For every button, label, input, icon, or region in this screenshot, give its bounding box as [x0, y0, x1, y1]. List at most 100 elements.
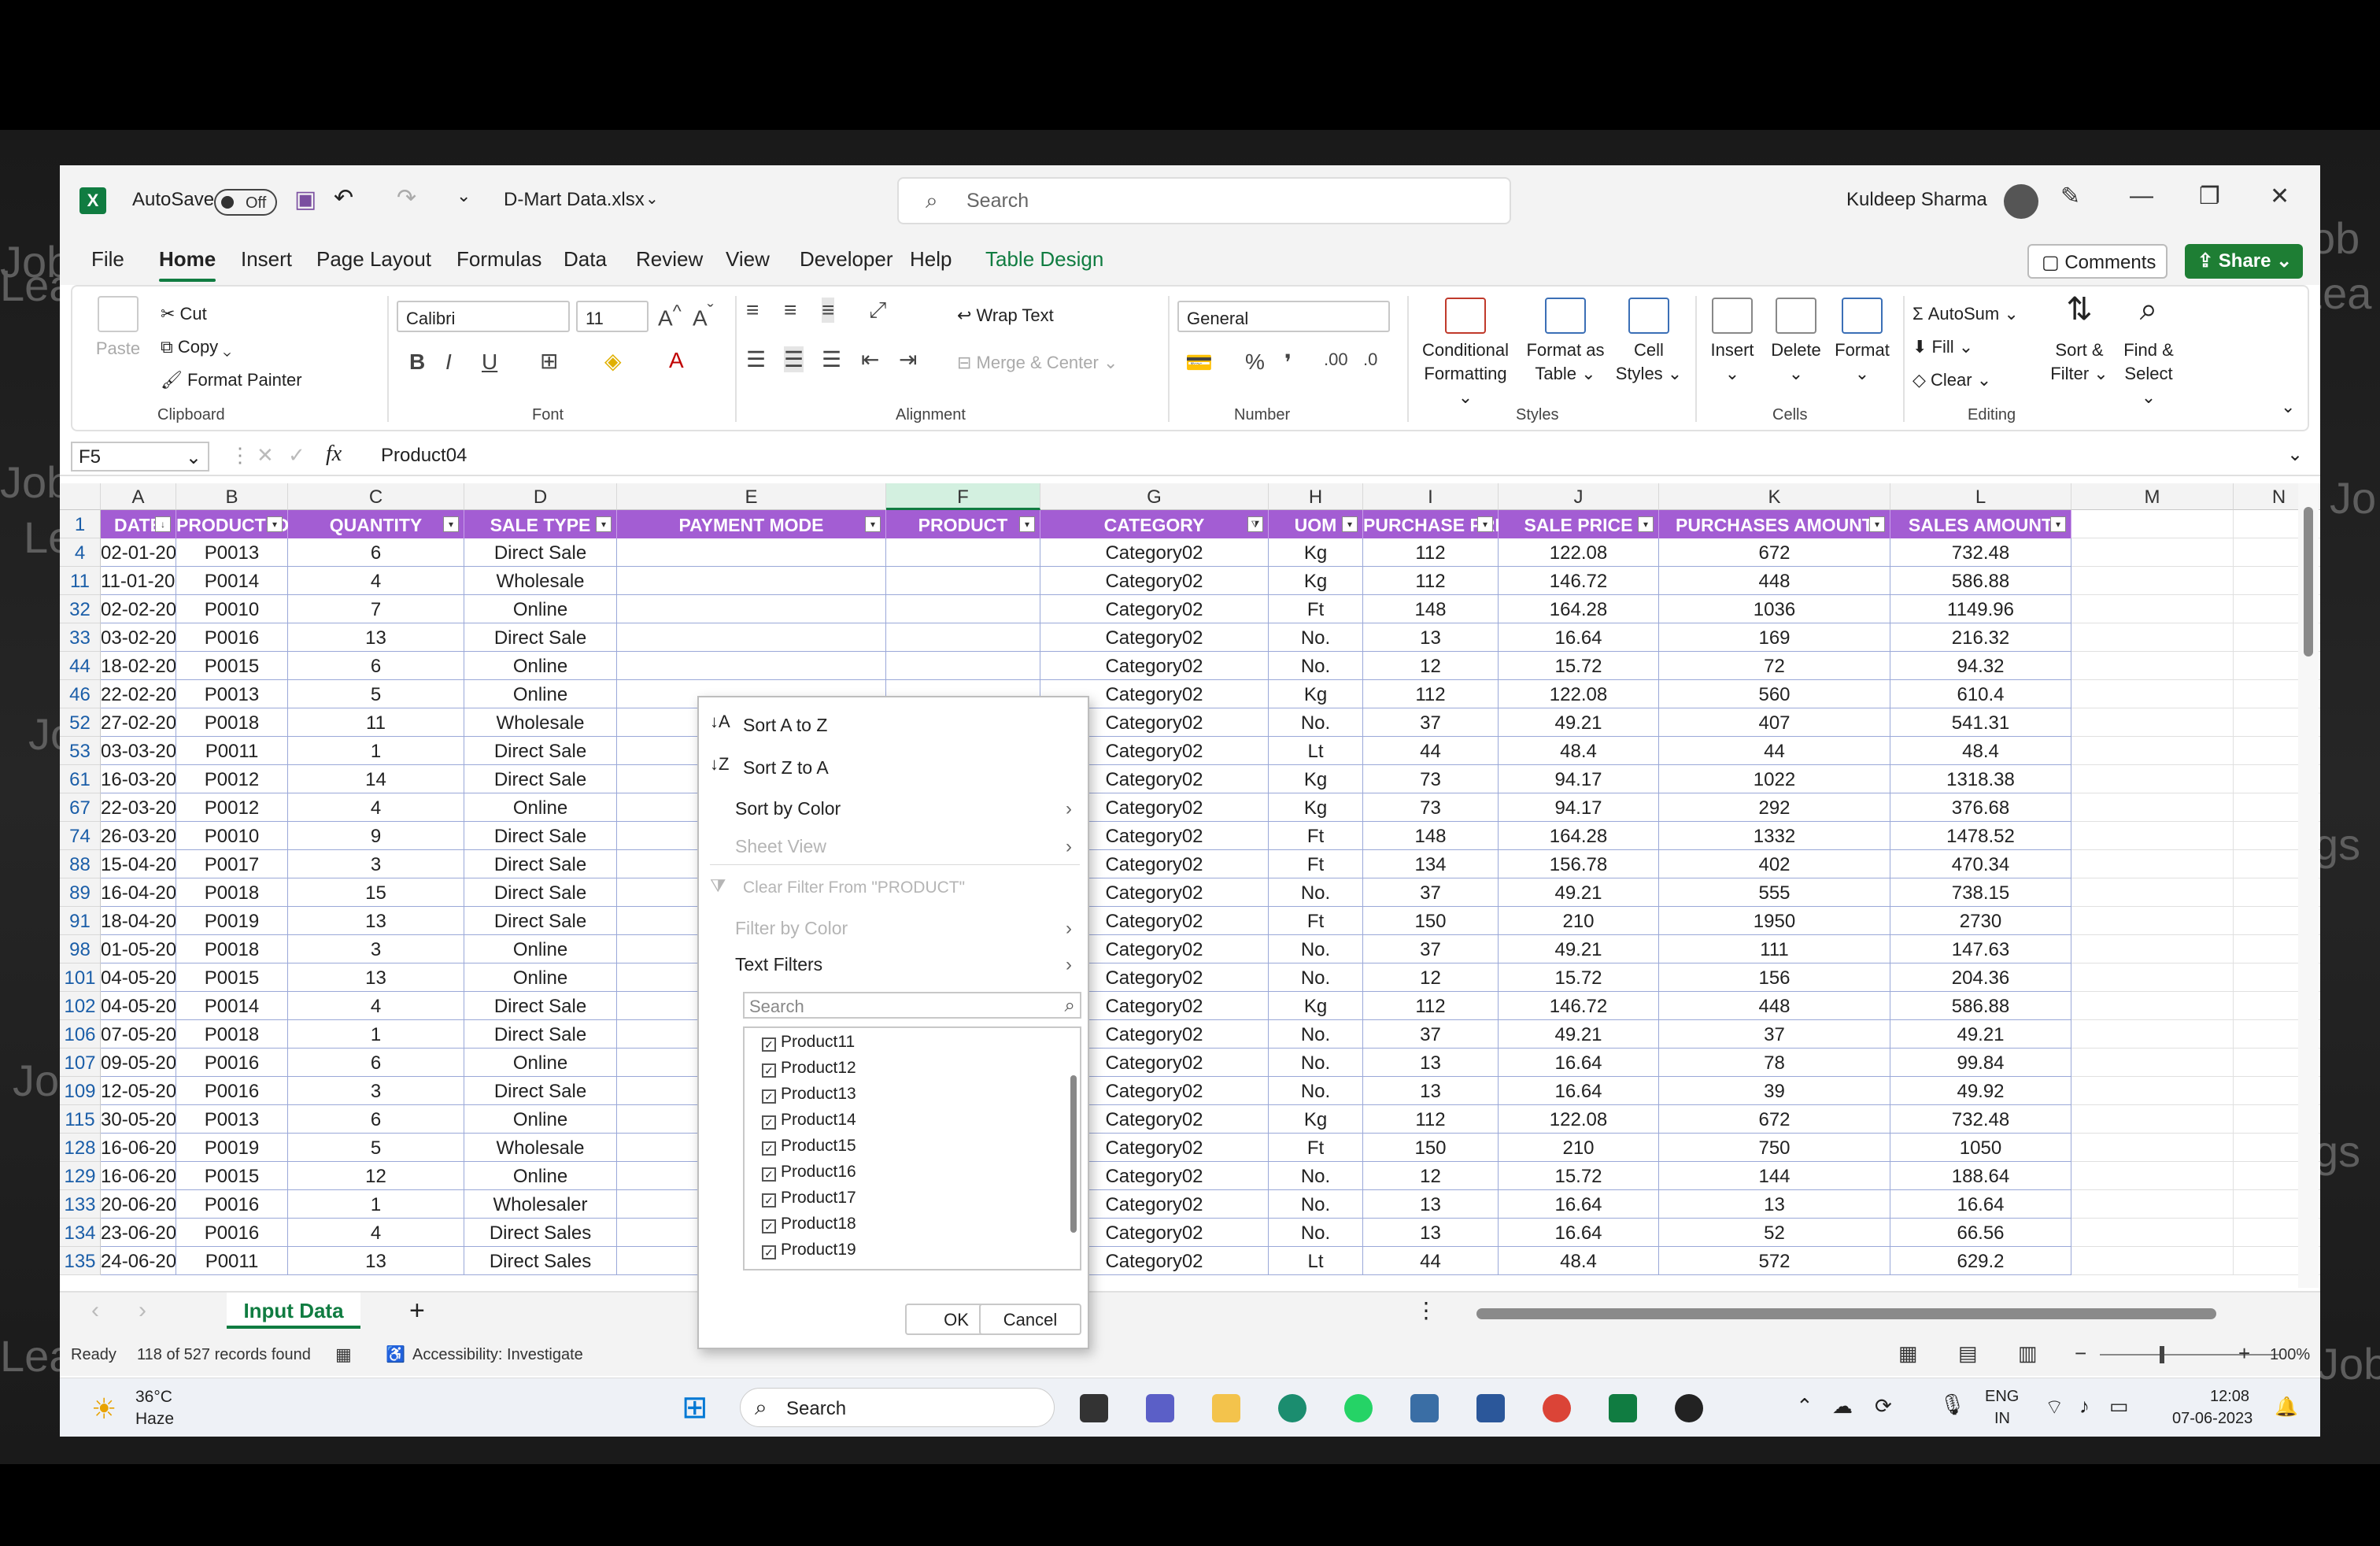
table-cell[interactable]: 144: [1659, 1162, 1890, 1190]
table-cell[interactable]: 7: [288, 595, 464, 623]
region-indicator[interactable]: IN: [1994, 1410, 2010, 1428]
empty-cell[interactable]: [2071, 935, 2234, 963]
table-cell[interactable]: Direct Sale: [464, 1077, 617, 1105]
table-cell[interactable]: No.: [1269, 1190, 1363, 1219]
collapse-ribbon-icon[interactable]: ⌄: [2281, 397, 2295, 417]
tab-help[interactable]: Help: [910, 247, 952, 272]
table-cell[interactable]: Online: [464, 1049, 617, 1077]
notifications-icon[interactable]: 🔔: [2275, 1396, 2298, 1418]
filter-checkbox-item[interactable]: ✓ Product15: [762, 1137, 856, 1156]
table-cell[interactable]: 164.28: [1499, 595, 1659, 623]
table-cell[interactable]: 292: [1659, 793, 1890, 822]
table-cell[interactable]: 4: [288, 793, 464, 822]
table-cell[interactable]: 94.32: [1890, 652, 2071, 680]
table-cell[interactable]: 13: [1363, 623, 1499, 652]
clock-date[interactable]: 07-06-2023: [2172, 1410, 2252, 1428]
empty-cell[interactable]: [2071, 1219, 2234, 1247]
save-icon[interactable]: ▣: [294, 186, 316, 213]
table-cell[interactable]: 148: [1363, 595, 1499, 623]
table-cell[interactable]: 13: [288, 1247, 464, 1275]
table-cell[interactable]: 112: [1363, 1105, 1499, 1134]
filter-dropdown-button[interactable]: ▾: [1477, 516, 1493, 532]
font-color-icon[interactable]: A: [669, 348, 684, 373]
empty-cell[interactable]: [2071, 538, 2234, 567]
accessibility-status[interactable]: Accessibility: Investigate: [412, 1346, 583, 1364]
increase-decimal-icon[interactable]: .00: [1324, 350, 1348, 370]
table-cell[interactable]: 122.08: [1499, 1105, 1659, 1134]
bold-icon[interactable]: B: [409, 350, 425, 375]
column-header-l[interactable]: L: [1890, 483, 2071, 510]
minimize-icon[interactable]: —: [2130, 183, 2153, 209]
row-header[interactable]: 46: [60, 680, 101, 708]
filter-checkbox-item[interactable]: ✓ Product14: [762, 1111, 856, 1130]
row-header[interactable]: 4: [60, 538, 101, 567]
table-cell[interactable]: 1036: [1659, 595, 1890, 623]
row-header[interactable]: 52: [60, 708, 101, 737]
filter-dropdown-button[interactable]: ▾: [865, 516, 881, 532]
table-cell[interactable]: 12: [288, 1162, 464, 1190]
table-cell[interactable]: 09-05-2021: [101, 1049, 176, 1077]
table-cell[interactable]: 16.64: [1890, 1190, 2071, 1219]
filter-checkbox-item[interactable]: ✓ Product13: [762, 1085, 856, 1104]
table-cell[interactable]: Direct Sale: [464, 1020, 617, 1049]
excel-taskbar-icon[interactable]: [1609, 1394, 1637, 1422]
task-view-icon[interactable]: [1080, 1394, 1108, 1422]
table-cell[interactable]: 470.34: [1890, 850, 2071, 878]
row-header[interactable]: 44: [60, 652, 101, 680]
table-cell[interactable]: Kg: [1269, 765, 1363, 793]
sort-z-to-a-item[interactable]: Sort Z to A: [743, 757, 829, 779]
table-cell[interactable]: Category02: [1040, 538, 1269, 567]
table-cell[interactable]: 1: [288, 1190, 464, 1219]
column-header-a[interactable]: A: [101, 483, 176, 510]
checkbox-checked-icon[interactable]: ✓: [762, 1167, 776, 1182]
table-cell[interactable]: Category02: [1040, 567, 1269, 595]
table-cell[interactable]: 49.21: [1499, 1020, 1659, 1049]
row-header[interactable]: 107: [60, 1049, 101, 1077]
row-header[interactable]: 128: [60, 1134, 101, 1162]
align-right-icon[interactable]: ☰: [822, 346, 841, 372]
sort-filter-button[interactable]: ⇅ Sort & Filter ⌄: [2048, 294, 2111, 386]
pen-icon[interactable]: ✎: [2060, 183, 2080, 210]
increase-font-icon[interactable]: A^: [658, 301, 682, 331]
table-cell[interactable]: 204.36: [1890, 963, 2071, 992]
table-cell[interactable]: Kg: [1269, 1105, 1363, 1134]
select-all-corner[interactable]: [60, 483, 101, 510]
table-cell[interactable]: Direct Sale: [464, 850, 617, 878]
align-left-icon[interactable]: ☰: [746, 346, 766, 372]
table-cell[interactable]: 732.48: [1890, 1105, 2071, 1134]
row-header[interactable]: 74: [60, 822, 101, 850]
table-cell[interactable]: P0012: [176, 793, 288, 822]
teams-icon[interactable]: [1146, 1394, 1174, 1422]
font-name-select[interactable]: Calibri: [397, 301, 570, 332]
prev-sheet-icon[interactable]: ‹: [91, 1297, 99, 1324]
table-cell[interactable]: 3: [288, 1077, 464, 1105]
zoom-level[interactable]: 100%: [2270, 1346, 2310, 1364]
filter-dropdown-button[interactable]: ▾: [596, 516, 612, 532]
table-cell[interactable]: 188.64: [1890, 1162, 2071, 1190]
table-cell[interactable]: 732.48: [1890, 538, 2071, 567]
column-header-b[interactable]: B: [176, 483, 288, 510]
table-cell[interactable]: 13: [1363, 1219, 1499, 1247]
table-cell[interactable]: 13: [288, 623, 464, 652]
accounting-format-icon[interactable]: 💳: [1185, 350, 1213, 375]
table-cell[interactable]: Direct Sales: [464, 1219, 617, 1247]
table-cell[interactable]: 541.31: [1890, 708, 2071, 737]
table-cell[interactable]: P0016: [176, 1077, 288, 1105]
table-cell[interactable]: No.: [1269, 1020, 1363, 1049]
row-header[interactable]: 11: [60, 567, 101, 595]
table-cell[interactable]: 448: [1659, 992, 1890, 1020]
name-box[interactable]: F5 ⌄: [71, 442, 209, 472]
table-cell[interactable]: P0016: [176, 1219, 288, 1247]
app-icon[interactable]: [1675, 1394, 1703, 1422]
table-cell[interactable]: 44: [1363, 1247, 1499, 1275]
table-cell[interactable]: 48.4: [1499, 737, 1659, 765]
zoom-slider-thumb[interactable]: [2160, 1346, 2164, 1363]
empty-cell[interactable]: [2071, 963, 2234, 992]
table-cell[interactable]: Wholesale: [464, 567, 617, 595]
table-cell[interactable]: 66.56: [1890, 1219, 2071, 1247]
table-cell[interactable]: 12: [1363, 652, 1499, 680]
table-cell[interactable]: P0013: [176, 680, 288, 708]
table-cell[interactable]: 1950: [1659, 907, 1890, 935]
table-cell[interactable]: 49.92: [1890, 1077, 2071, 1105]
checkbox-checked-icon[interactable]: ✓: [762, 1141, 776, 1156]
